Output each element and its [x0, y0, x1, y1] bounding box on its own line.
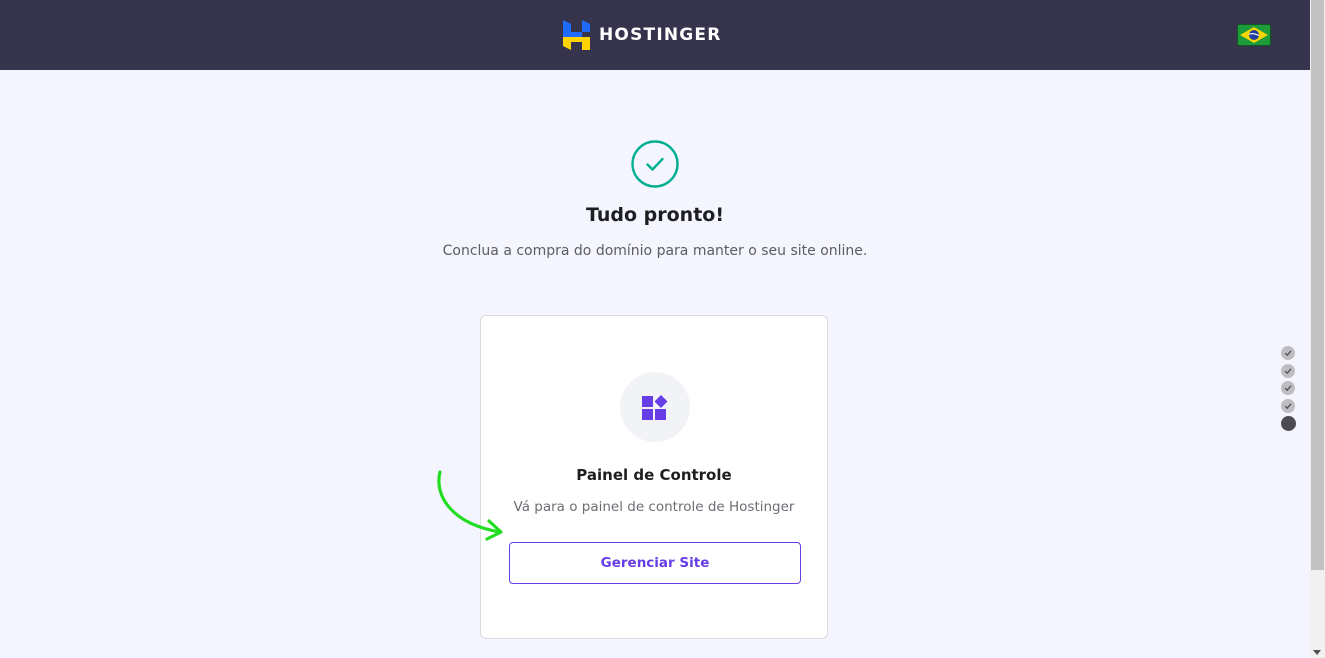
hostinger-logo[interactable]: HOSTINGER [563, 20, 722, 50]
page-subtitle: Conclua a compra do domínio para manter … [442, 243, 868, 259]
check-circle-icon [631, 140, 679, 188]
step-completed-icon[interactable] [1281, 346, 1295, 360]
card-icon-badge [620, 372, 690, 442]
top-navbar: HOSTINGER [0, 0, 1310, 70]
scrollbar-thumb[interactable] [1311, 0, 1324, 570]
card-title: Painel de Controle [576, 466, 732, 484]
widgets-icon [642, 395, 668, 420]
brazil-flag-icon[interactable] [1237, 24, 1271, 46]
annotation-arrow-icon [437, 470, 503, 541]
control-panel-card: Painel de Controle Vá para o painel de c… [480, 315, 828, 639]
card-description: Vá para o painel de controle de Hostinge… [513, 499, 795, 515]
step-completed-icon[interactable] [1281, 398, 1295, 413]
brand-name: HOSTINGER [599, 25, 722, 45]
step-completed-icon[interactable] [1281, 381, 1295, 396]
step-current-dot[interactable] [1281, 416, 1296, 432]
progress-steps [1281, 346, 1297, 435]
hostinger-logo-icon [563, 20, 590, 50]
step-completed-icon[interactable] [1281, 363, 1295, 378]
page-title: Tudo pronto! [585, 204, 725, 226]
vertical-scrollbar[interactable] [1310, 0, 1325, 658]
scroll-down-arrow-icon[interactable] [1313, 650, 1321, 655]
manage-site-button[interactable]: Gerenciar Site [509, 542, 801, 584]
